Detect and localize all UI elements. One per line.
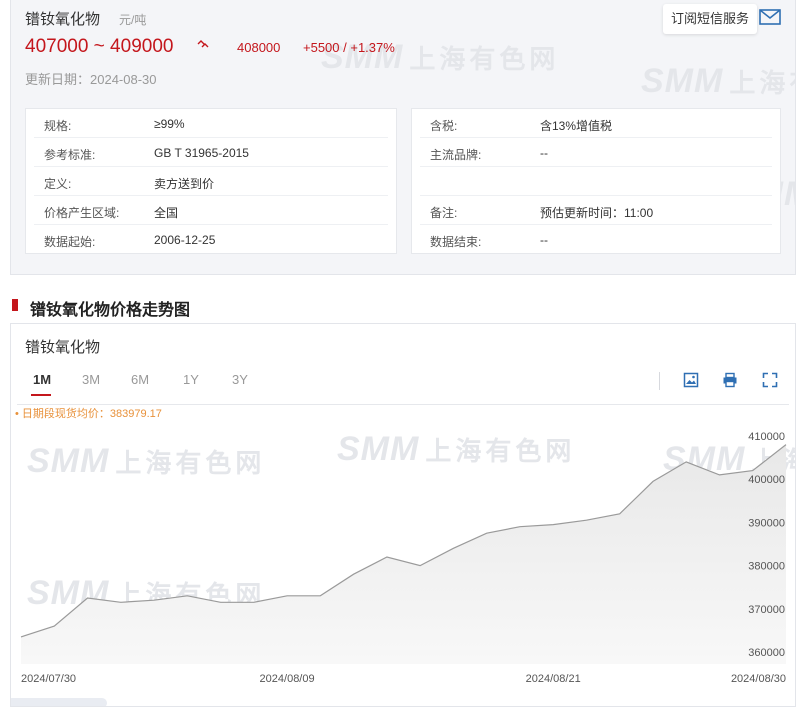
spec-table-left: 规格: ≥99% 参考标准: GB T 31965-2015 定义: 卖方送到价 价格… — [25, 108, 397, 254]
data-point[interactable] — [85, 596, 90, 601]
spec-row — [420, 167, 772, 196]
data-point[interactable] — [152, 598, 157, 603]
subscribe-sms-button[interactable]: 订阅短信服务 — [663, 4, 757, 34]
data-point[interactable] — [384, 554, 389, 559]
x-tick-label: 2024/08/09 — [260, 673, 315, 685]
y-tick-label: 370000 — [748, 604, 785, 616]
spec-row: 价格产生区域: 全国 — [34, 196, 388, 225]
spec-row: 数据结束: -- — [430, 233, 548, 249]
y-tick-label: 390000 — [748, 517, 785, 529]
spec-row: 数据起始: 2006-12-25 — [44, 233, 216, 249]
watermark: SMM上海有色网 — [641, 62, 795, 100]
product-name: 镨钕氧化物 — [25, 11, 101, 28]
data-point[interactable] — [551, 522, 556, 527]
data-point[interactable] — [584, 518, 589, 523]
data-point[interactable] — [451, 546, 456, 551]
update-date-row: 更新日期：2024-08-30 — [25, 69, 157, 88]
x-tick-label: 2024/07/30 — [21, 673, 76, 685]
update-date-value: 2024-08-30 — [90, 72, 157, 87]
y-tick-label: 400000 — [748, 474, 785, 486]
price-change: +5500 / +1.37% — [303, 40, 395, 55]
y-tick-label: 380000 — [748, 561, 785, 573]
section-title: 镨钕氧化物价格走势图 — [30, 302, 191, 319]
price-area-chart: 360000 370000 380000 390000 400000 410000 2024… — [19, 431, 787, 685]
chart-scrollbar[interactable] — [11, 698, 107, 706]
price-unit: 元/吨 — [119, 13, 147, 27]
data-point[interactable] — [750, 468, 755, 473]
spec-row: 参考标准: GB T 31965-2015 — [34, 138, 388, 167]
data-point[interactable] — [118, 600, 123, 605]
y-tick-label: 410000 — [748, 431, 785, 443]
data-point[interactable] — [218, 600, 223, 605]
spec-row: 定义: 卖方送到价 — [34, 167, 388, 196]
data-point[interactable] — [717, 472, 722, 477]
data-point[interactable] — [318, 593, 323, 598]
spec-row: 规格: ≥99% — [34, 109, 388, 138]
mail-icon[interactable] — [759, 9, 781, 25]
price-range: 407000 ~ 409000 — [25, 36, 174, 57]
price-area-fill — [21, 444, 786, 664]
data-point[interactable] — [185, 593, 190, 598]
up-arrows-icon — [197, 39, 209, 52]
price-summary-panel: SMM上海有色网 SMM上海有色网 SMM 镨钕氧化物 元/吨 407000 ~… — [10, 0, 796, 275]
price-chart-panel: 镨钕氧化物 1M 3M 6M 1Y 3Y • 日期段现货均价：383979.17… — [10, 323, 796, 707]
data-point[interactable] — [684, 459, 689, 464]
y-tick-label: 360000 — [748, 647, 785, 659]
data-point[interactable] — [418, 563, 423, 568]
x-tick-label: 2024/08/30 — [731, 673, 786, 685]
data-point[interactable] — [617, 511, 622, 516]
update-date-label: 更新日期： — [25, 72, 91, 87]
section-marker — [12, 299, 18, 311]
data-point[interactable] — [52, 624, 57, 629]
spec-row: 备注: 预估更新时间：11:00 — [420, 196, 772, 225]
data-point[interactable] — [285, 593, 290, 598]
data-point[interactable] — [517, 524, 522, 529]
spec-table-right: 含税: 含13%增值税 主流品牌: -- 备注: 预估更新时间：11:00 数据结束:… — [411, 108, 781, 254]
x-tick-label: 2024/08/21 — [526, 673, 581, 685]
data-point[interactable] — [251, 600, 256, 605]
spec-row: 主流品牌: -- — [420, 138, 772, 167]
data-point[interactable] — [351, 572, 356, 577]
data-point[interactable] — [19, 634, 24, 639]
spec-row: 含税: 含13%增值税 — [420, 109, 772, 138]
data-point[interactable] — [484, 531, 489, 536]
average-price: 408000 — [237, 40, 281, 55]
data-point[interactable] — [650, 479, 655, 484]
